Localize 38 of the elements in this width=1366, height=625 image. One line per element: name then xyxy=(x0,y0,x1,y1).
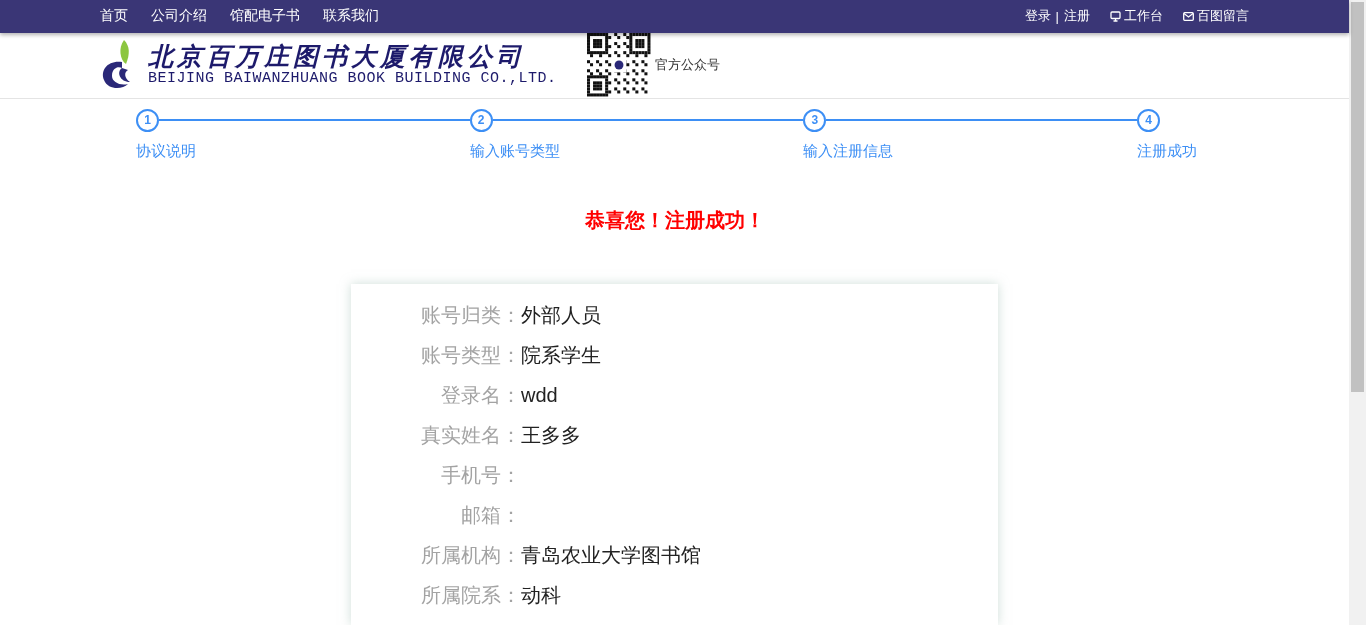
field-label: 登录名： xyxy=(440,383,521,409)
workbench-link[interactable]: 工作台 xyxy=(1110,7,1163,26)
monitor-icon xyxy=(1110,10,1121,22)
separator: | xyxy=(1055,8,1059,24)
field-label: 手机号： xyxy=(440,463,521,489)
qr-label: 官方公众号 xyxy=(654,56,720,75)
field-value: 院系学生 xyxy=(521,343,601,369)
success-message: 恭喜您！注册成功！ xyxy=(583,207,766,233)
step-label: 输入账号类型 xyxy=(469,141,560,161)
nav-link[interactable]: 馆配电子书 xyxy=(230,7,300,26)
nav-link[interactable]: 联系我们 xyxy=(323,7,379,26)
field-value: 王多多 xyxy=(521,423,581,449)
step-number: 2 xyxy=(469,108,493,132)
field-label: 真实姓名： xyxy=(420,423,521,449)
field-label: 账号类型： xyxy=(420,343,521,369)
field-value: 青岛农业大学图书馆 xyxy=(521,543,701,569)
nav-link[interactable]: 公司介绍 xyxy=(151,7,207,26)
register-link[interactable]: 注册 xyxy=(1064,7,1090,26)
logo-english-name: BEIJING BAIWANZHUANG BOOK BUILDING CO.,LTD. xyxy=(148,71,557,88)
message-link[interactable]: 百图留言 xyxy=(1183,7,1249,26)
step-number: 4 xyxy=(1137,108,1160,132)
qr-code-icon xyxy=(586,33,651,98)
step-number: 3 xyxy=(803,108,827,132)
step-number: 1 xyxy=(136,108,159,132)
mail-icon xyxy=(1183,11,1194,21)
field-value: 外部人员 xyxy=(521,303,601,329)
step-label: 输入注册信息 xyxy=(803,141,894,161)
field-label: 邮箱： xyxy=(460,503,521,529)
field-value: 动科 xyxy=(521,583,561,609)
step-label: 注册成功 xyxy=(1137,141,1197,161)
login-link[interactable]: 登录 xyxy=(1024,7,1051,26)
field-label: 账号归类： xyxy=(420,303,521,329)
field-value: wdd xyxy=(521,384,558,408)
field-label: 所属机构： xyxy=(420,543,521,569)
logo-chinese-name: 北京百万庄图书大厦有限公司 xyxy=(148,43,526,72)
field-label: 所属院系： xyxy=(420,583,521,609)
step-label: 协议说明 xyxy=(136,141,196,161)
nav-link[interactable]: 首页 xyxy=(100,7,128,26)
